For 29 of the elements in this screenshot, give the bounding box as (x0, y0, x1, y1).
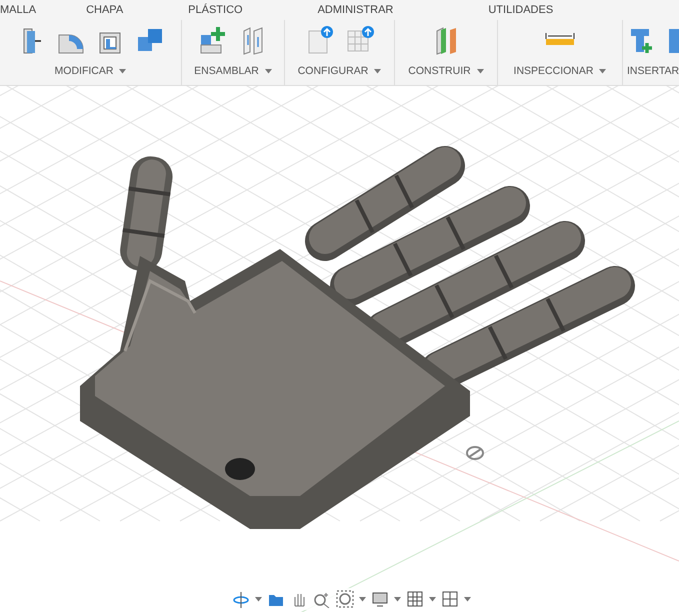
toolbar-tab[interactable]: CHAPA (86, 4, 124, 16)
caret-icon[interactable] (255, 596, 262, 602)
origin-icon[interactable] (466, 446, 484, 460)
toolbar-tab[interactable]: ADMINISTRAR (318, 4, 394, 16)
caret-icon[interactable] (464, 596, 471, 602)
group-menu-label[interactable]: INSERTAR (626, 65, 679, 77)
display-icon[interactable] (371, 590, 389, 608)
toolbar-tab[interactable]: PLÁSTICO (188, 4, 243, 16)
caret-icon[interactable] (359, 596, 366, 602)
viewports-icon[interactable] (441, 590, 459, 608)
grid-icon[interactable] (406, 590, 424, 608)
group-menu-label[interactable]: CONFIGURAR (298, 65, 368, 77)
caret-icon[interactable] (264, 68, 272, 74)
caret-icon[interactable] (476, 68, 484, 74)
zoom-icon[interactable] (313, 590, 331, 608)
group-menu-label[interactable]: CONSTRUIR (408, 65, 471, 77)
caret-icon[interactable] (119, 68, 126, 74)
group-menu-label[interactable]: MODIFICAR (54, 65, 114, 77)
orbit-icon[interactable] (232, 590, 250, 608)
caret-icon[interactable] (374, 68, 382, 74)
group-menu-label[interactable]: INSPECCIONAR (514, 65, 594, 77)
toolbar-tab[interactable]: UTILIDADES (488, 4, 554, 16)
new-component-icon[interactable] (198, 25, 228, 55)
caret-icon[interactable] (394, 596, 401, 602)
caret-icon[interactable] (429, 596, 436, 602)
group-menu-label[interactable]: ENSAMBLAR (194, 65, 259, 77)
caret-icon[interactable] (599, 68, 606, 74)
toolbar-tab[interactable]: MALLA (0, 4, 36, 16)
zoom-window-icon[interactable] (336, 590, 354, 608)
